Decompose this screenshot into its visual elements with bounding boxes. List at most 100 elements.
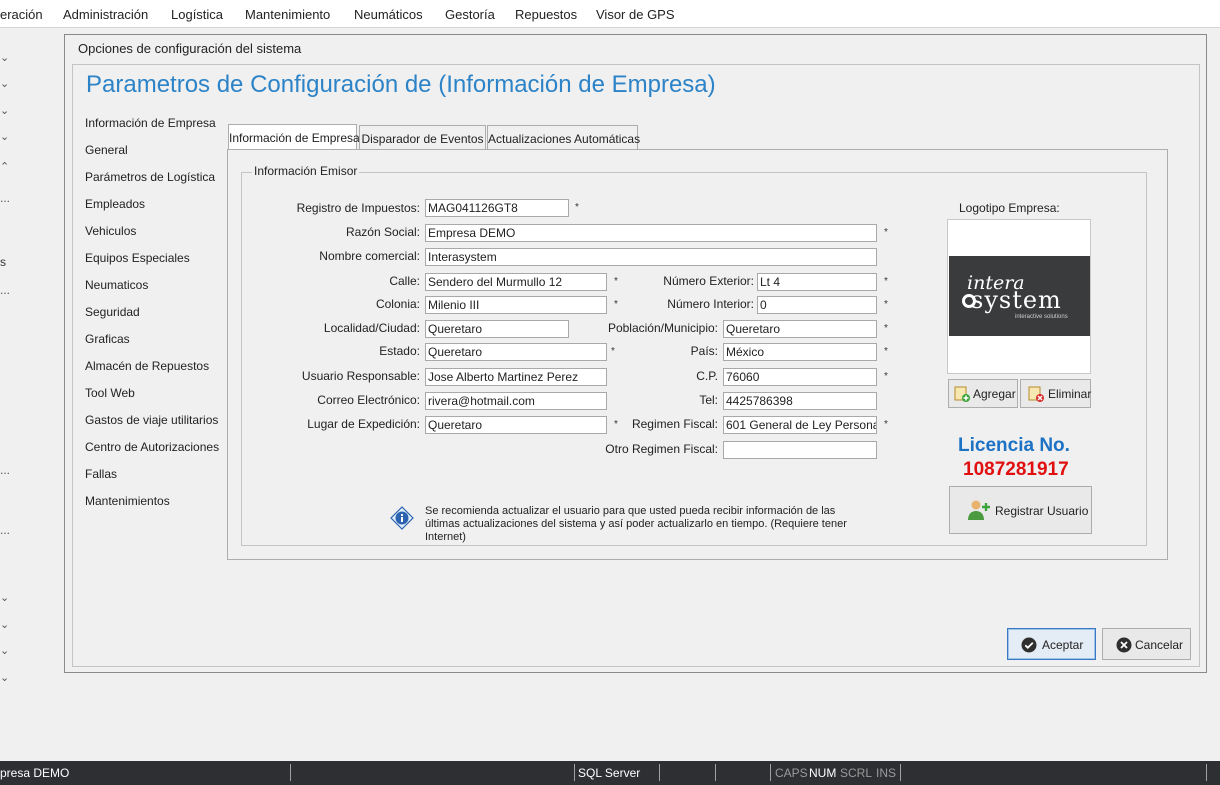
tab-informacion-empresa[interactable]: Información de Empresa <box>228 124 360 150</box>
menu-visor-gps[interactable]: Visor de GPS <box>596 7 675 22</box>
side-item-centro-autorizaciones[interactable]: Centro de Autorizaciones <box>85 440 219 454</box>
window-title: Opciones de configuración del sistema <box>78 41 302 56</box>
otro-regimen-label: Otro Regimen Fiscal: <box>605 442 718 456</box>
status-divider <box>659 764 660 781</box>
remove-image-icon <box>1028 386 1044 402</box>
chevron-down-icon[interactable]: ⌄ <box>0 106 10 117</box>
chevron-down-icon[interactable]: ⌄ <box>0 593 10 604</box>
tab-disparador-eventos[interactable]: Disparador de Eventos <box>359 125 486 150</box>
side-item-fallas[interactable]: Fallas <box>85 467 117 481</box>
group-title: Información Emisor <box>252 164 360 178</box>
colonia-field[interactable]: Milenio III <box>425 296 607 314</box>
status-ins: INS <box>876 766 897 780</box>
side-item-mantenimientos[interactable]: Mantenimientos <box>85 494 170 508</box>
side-item-tool-web[interactable]: Tool Web <box>85 386 135 400</box>
calle-field[interactable]: Sendero del Murmullo 12 <box>425 273 607 291</box>
group-informacion-emisor: Información Emisor Registro de Impuestos… <box>241 164 1147 546</box>
estado-field[interactable]: Queretaro <box>425 343 607 361</box>
page-title: Parametros de Configuración de (Informac… <box>86 71 716 98</box>
calle-label: Calle: <box>389 274 420 288</box>
cancel-button[interactable]: Cancelar <box>1102 628 1191 660</box>
menu-administracion[interactable]: Administración <box>63 7 148 22</box>
side-item-neumaticos[interactable]: Neumaticos <box>85 278 148 292</box>
add-image-icon <box>954 386 970 402</box>
menu-mantenimiento[interactable]: Mantenimiento <box>245 7 330 22</box>
menu-logistica[interactable]: Logística <box>171 7 223 22</box>
registro-impuestos-label: Registro de Impuestos: <box>296 201 420 215</box>
status-database: SQL Server <box>578 766 641 780</box>
tel-field[interactable]: 4425786398 <box>723 392 877 410</box>
remove-logo-label: Eliminar <box>1048 387 1092 401</box>
usuario-responsable-field[interactable]: Jose Alberto Martinez Perez <box>425 368 607 386</box>
remove-logo-button[interactable]: Eliminar <box>1020 379 1091 408</box>
side-item-graficas[interactable]: Graficas <box>85 332 130 346</box>
cp-label: C.P. <box>696 369 718 383</box>
required-mark: * <box>884 299 888 310</box>
add-logo-button[interactable]: Agregar <box>948 379 1018 408</box>
status-caps: CAPS <box>775 766 808 780</box>
side-item-general[interactable]: General <box>85 143 128 157</box>
side-item-seguridad[interactable]: Seguridad <box>85 305 140 319</box>
side-item-gastos-viaje[interactable]: Gastos de viaje utilitarios <box>85 413 218 427</box>
regimen-fiscal-select[interactable]: 601 General de Ley Personas M <box>723 416 877 434</box>
status-num: NUM <box>809 766 837 780</box>
menu-operacion[interactable]: eración <box>0 7 43 22</box>
logo-tagline: interactive solutions <box>1015 314 1068 320</box>
pais-field[interactable]: México <box>723 343 877 361</box>
chevron-down-icon[interactable]: ⌄ <box>0 132 10 143</box>
lugar-expedicion-field[interactable]: Queretaro <box>425 416 607 434</box>
chevron-up-icon[interactable]: ⌃ <box>0 162 10 173</box>
close-circle-icon <box>1116 637 1132 653</box>
status-divider <box>770 764 771 781</box>
side-item-empleados[interactable]: Empleados <box>85 197 145 211</box>
side-item-almacen-repuestos[interactable]: Almacén de Repuestos <box>85 359 209 373</box>
side-item-informacion-empresa[interactable]: Información de Empresa <box>85 116 216 130</box>
razon-social-field[interactable]: Empresa DEMO <box>425 224 877 242</box>
check-circle-icon <box>1021 637 1037 653</box>
poblacion-label: Población/Municipio: <box>607 321 718 335</box>
left-nav-strip: ⌄ ⌄ ⌄ ⌄ ⌃ ... s ... ... ... ⌄ ⌄ ⌄ ⌄ <box>0 29 12 761</box>
colonia-label: Colonia: <box>375 297 420 311</box>
required-mark: * <box>884 323 888 334</box>
status-scrl: SCRL <box>840 766 873 780</box>
correo-field[interactable]: rivera@hotmail.com <box>425 392 607 410</box>
menu-repuestos[interactable]: Repuestos <box>515 7 577 22</box>
menu-gestoria[interactable]: Gestoría <box>445 7 495 22</box>
required-mark: * <box>884 346 888 357</box>
nombre-comercial-field[interactable]: Interasystem <box>425 248 877 266</box>
chevron-down-icon[interactable]: ⌄ <box>0 53 10 64</box>
correo-label: Correo Electrónico: <box>317 393 420 407</box>
numero-interior-field[interactable]: 0 <box>757 296 877 314</box>
ellipsis-icon: ... <box>0 463 11 477</box>
tab-actualizaciones-automaticas[interactable]: Actualizaciones Automáticas <box>487 125 640 150</box>
chevron-down-icon[interactable]: ⌄ <box>0 673 10 684</box>
logo-text-system: system <box>971 286 1062 314</box>
ellipsis-icon: ... <box>0 523 11 537</box>
status-divider <box>900 764 901 781</box>
poblacion-field[interactable]: Queretaro <box>723 320 877 338</box>
numero-exterior-field[interactable]: Lt 4 <box>757 273 877 291</box>
info-icon <box>390 506 414 530</box>
required-mark: * <box>614 276 618 287</box>
accept-label: Aceptar <box>1042 638 1084 652</box>
cp-field[interactable]: 76060 <box>723 368 877 386</box>
otro-regimen-field[interactable] <box>723 441 877 459</box>
registro-impuestos-field[interactable]: MAG041126GT8 <box>425 199 569 217</box>
required-mark: * <box>611 346 615 357</box>
config-panel: Parametros de Configuración de (Informac… <box>72 64 1200 667</box>
side-item-parametros-logistica[interactable]: Parámetros de Logística <box>85 170 215 184</box>
update-note: Se recomienda actualizar el usuario para… <box>425 505 847 543</box>
side-item-vehiculos[interactable]: Vehiculos <box>85 224 136 238</box>
side-item-equipos-especiales[interactable]: Equipos Especiales <box>85 251 190 265</box>
ellipsis-icon: ... <box>0 283 11 297</box>
tab-panel-informacion-empresa: Información Emisor Registro de Impuestos… <box>227 149 1168 560</box>
chevron-down-icon[interactable]: ⌄ <box>0 620 10 631</box>
chevron-down-icon[interactable]: ⌄ <box>0 79 10 90</box>
accept-button[interactable]: Aceptar <box>1007 628 1096 660</box>
chevron-down-icon[interactable]: ⌄ <box>0 646 10 657</box>
required-mark: * <box>884 371 888 382</box>
register-user-button[interactable]: Registrar Usuario <box>949 486 1092 534</box>
localidad-field[interactable]: Queretaro <box>425 320 569 338</box>
cancel-label: Cancelar <box>1135 638 1184 652</box>
menu-neumaticos[interactable]: Neumáticos <box>354 7 423 22</box>
